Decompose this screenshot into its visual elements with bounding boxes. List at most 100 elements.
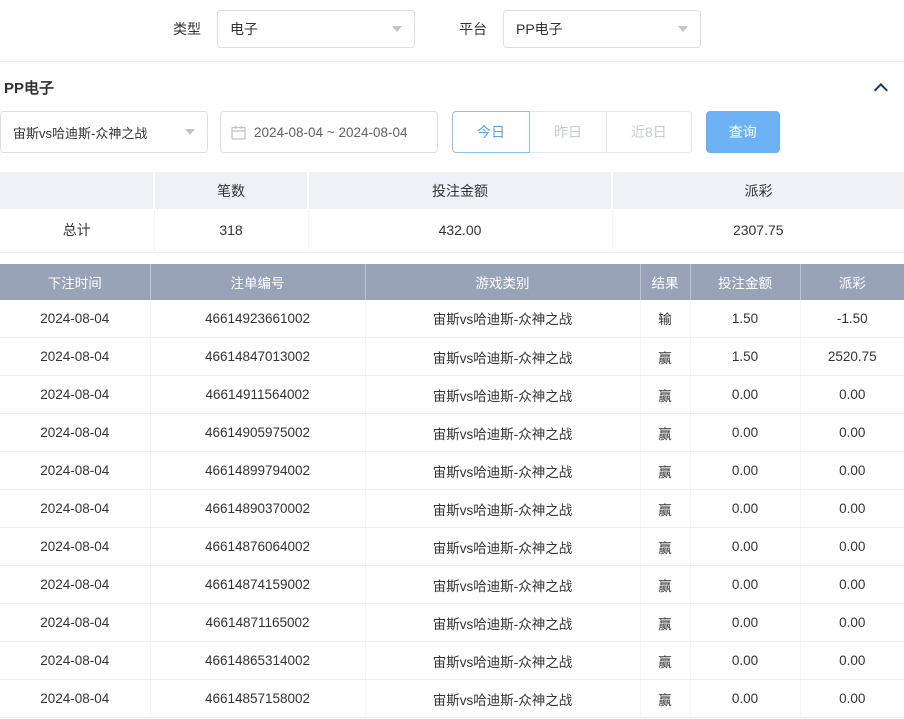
chevron-down-icon bbox=[678, 26, 688, 32]
table-row: 2024-08-0446614857158002宙斯vs哈迪斯-众神之战赢0.0… bbox=[0, 680, 904, 718]
game-name-cell: 宙斯vs哈迪斯-众神之战 bbox=[365, 566, 640, 604]
bet-time-cell: 2024-08-04 bbox=[0, 604, 150, 642]
game-name-cell: 宙斯vs哈迪斯-众神之战 bbox=[365, 452, 640, 490]
order-number-cell: 46614923661002 bbox=[150, 300, 365, 338]
total-bet-amount: 432.00 bbox=[308, 209, 612, 252]
top-filter-bar: 类型 电子 平台 PP电子 bbox=[0, 0, 904, 62]
header-result: 结果 bbox=[640, 264, 690, 300]
game-select[interactable]: 宙斯vs哈迪斯-众神之战 bbox=[0, 111, 208, 153]
payout-cell: 0.00 bbox=[800, 642, 904, 680]
total-payout: 2307.75 bbox=[612, 209, 904, 252]
game-name-cell: 宙斯vs哈迪斯-众神之战 bbox=[365, 376, 640, 414]
bet-amount-cell: 0.00 bbox=[690, 490, 800, 528]
game-name-cell: 宙斯vs哈迪斯-众神之战 bbox=[365, 680, 640, 718]
game-name-cell: 宙斯vs哈迪斯-众神之战 bbox=[365, 528, 640, 566]
total-count: 318 bbox=[154, 209, 308, 252]
table-row: 2024-08-0446614905975002宙斯vs哈迪斯-众神之战赢0.0… bbox=[0, 414, 904, 452]
yesterday-button[interactable]: 昨日 bbox=[529, 111, 607, 153]
order-number-cell: 46614911564002 bbox=[150, 376, 365, 414]
platform-select-value: PP电子 bbox=[516, 19, 563, 39]
payout-cell: 0.00 bbox=[800, 376, 904, 414]
payout-cell: 0.00 bbox=[800, 414, 904, 452]
result-cell: 赢 bbox=[640, 528, 690, 566]
bet-time-cell: 2024-08-04 bbox=[0, 642, 150, 680]
game-name-cell: 宙斯vs哈迪斯-众神之战 bbox=[365, 642, 640, 680]
chevron-down-icon bbox=[392, 26, 402, 32]
order-number-cell: 46614874159002 bbox=[150, 566, 365, 604]
collapse-chevron-up-icon[interactable] bbox=[874, 83, 888, 97]
header-order-number: 注单编号 bbox=[150, 264, 365, 300]
platform-select[interactable]: PP电子 bbox=[503, 10, 701, 48]
summary-total-row: 总计 318 432.00 2307.75 bbox=[0, 209, 904, 252]
chevron-down-icon bbox=[185, 129, 195, 135]
result-cell: 赢 bbox=[640, 452, 690, 490]
bet-time-cell: 2024-08-04 bbox=[0, 452, 150, 490]
table-row: 2024-08-0446614871165002宙斯vs哈迪斯-众神之战赢0.0… bbox=[0, 604, 904, 642]
bet-table: 下注时间 注单编号 游戏类别 结果 投注金额 派彩 2024-08-044661… bbox=[0, 264, 904, 719]
bet-amount-cell: 0.00 bbox=[690, 604, 800, 642]
bet-amount-cell: 0.00 bbox=[690, 376, 800, 414]
bet-amount-cell: 0.00 bbox=[690, 452, 800, 490]
result-cell: 赢 bbox=[640, 376, 690, 414]
payout-cell: 0.00 bbox=[800, 566, 904, 604]
query-button[interactable]: 查询 bbox=[706, 111, 780, 153]
table-row: 2024-08-0446614899794002宙斯vs哈迪斯-众神之战赢0.0… bbox=[0, 452, 904, 490]
today-button[interactable]: 今日 bbox=[452, 111, 530, 153]
order-number-cell: 46614890370002 bbox=[150, 490, 365, 528]
order-number-cell: 46614857158002 bbox=[150, 680, 365, 718]
order-number-cell: 46614876064002 bbox=[150, 528, 365, 566]
payout-cell: 0.00 bbox=[800, 528, 904, 566]
calendar-icon bbox=[231, 125, 246, 140]
table-row: 2024-08-0446614911564002宙斯vs哈迪斯-众神之战赢0.0… bbox=[0, 376, 904, 414]
last-8-days-button[interactable]: 近8日 bbox=[606, 111, 692, 153]
type-label: 类型 bbox=[173, 19, 201, 39]
bet-amount-cell: 0.00 bbox=[690, 566, 800, 604]
payout-cell: 0.00 bbox=[800, 604, 904, 642]
bet-time-cell: 2024-08-04 bbox=[0, 338, 150, 376]
table-row: 2024-08-0446614847013002宙斯vs哈迪斯-众神之战赢1.5… bbox=[0, 338, 904, 376]
summary-header-empty bbox=[0, 172, 154, 209]
type-field: 类型 电子 bbox=[173, 10, 415, 48]
result-cell: 赢 bbox=[640, 566, 690, 604]
table-row: 2024-08-0446614890370002宙斯vs哈迪斯-众神之战赢0.0… bbox=[0, 490, 904, 528]
payout-cell: 0.00 bbox=[800, 490, 904, 528]
game-name-cell: 宙斯vs哈迪斯-众神之战 bbox=[365, 490, 640, 528]
result-cell: 赢 bbox=[640, 338, 690, 376]
filter-row: 宙斯vs哈迪斯-众神之战 2024-08-04 ~ 2024-08-04 今日 … bbox=[0, 111, 904, 153]
order-number-cell: 46614847013002 bbox=[150, 338, 365, 376]
platform-field: 平台 PP电子 bbox=[459, 10, 701, 48]
payout-cell: -1.50 bbox=[800, 300, 904, 338]
table-row: 2024-08-0446614865314002宙斯vs哈迪斯-众神之战赢0.0… bbox=[0, 642, 904, 680]
summary-table: 笔数 投注金额 派彩 总计 318 432.00 2307.75 bbox=[0, 172, 904, 253]
bet-amount-cell: 1.50 bbox=[690, 338, 800, 376]
payout-cell: 0.00 bbox=[800, 452, 904, 490]
result-cell: 输 bbox=[640, 300, 690, 338]
section-title: PP电子 bbox=[4, 77, 54, 98]
result-cell: 赢 bbox=[640, 414, 690, 452]
result-cell: 赢 bbox=[640, 604, 690, 642]
table-row: 2024-08-0446614876064002宙斯vs哈迪斯-众神之战赢0.0… bbox=[0, 528, 904, 566]
header-game-category: 游戏类别 bbox=[365, 264, 640, 300]
type-select[interactable]: 电子 bbox=[217, 10, 415, 48]
order-number-cell: 46614871165002 bbox=[150, 604, 365, 642]
bet-amount-cell: 0.00 bbox=[690, 528, 800, 566]
bet-amount-cell: 0.00 bbox=[690, 414, 800, 452]
summary-header-payout: 派彩 bbox=[612, 172, 904, 209]
game-select-value: 宙斯vs哈迪斯-众神之战 bbox=[13, 123, 147, 142]
bet-table-header-row: 下注时间 注单编号 游戏类别 结果 投注金额 派彩 bbox=[0, 264, 904, 300]
order-number-cell: 46614899794002 bbox=[150, 452, 365, 490]
bet-time-cell: 2024-08-04 bbox=[0, 490, 150, 528]
bet-amount-cell: 1.50 bbox=[690, 300, 800, 338]
report-page: 类型 电子 平台 PP电子 PP电子 宙斯vs哈迪斯-众神之战 bbox=[0, 0, 904, 718]
platform-label: 平台 bbox=[459, 19, 487, 39]
bet-time-cell: 2024-08-04 bbox=[0, 680, 150, 718]
game-name-cell: 宙斯vs哈迪斯-众神之战 bbox=[365, 300, 640, 338]
game-name-cell: 宙斯vs哈迪斯-众神之战 bbox=[365, 414, 640, 452]
result-cell: 赢 bbox=[640, 642, 690, 680]
bet-table-body: 2024-08-0446614923661002宙斯vs哈迪斯-众神之战输1.5… bbox=[0, 300, 904, 718]
payout-cell: 2520.75 bbox=[800, 338, 904, 376]
bet-time-cell: 2024-08-04 bbox=[0, 376, 150, 414]
bet-amount-cell: 0.00 bbox=[690, 642, 800, 680]
payout-cell: 0.00 bbox=[800, 680, 904, 718]
date-range-input[interactable]: 2024-08-04 ~ 2024-08-04 bbox=[220, 111, 438, 153]
